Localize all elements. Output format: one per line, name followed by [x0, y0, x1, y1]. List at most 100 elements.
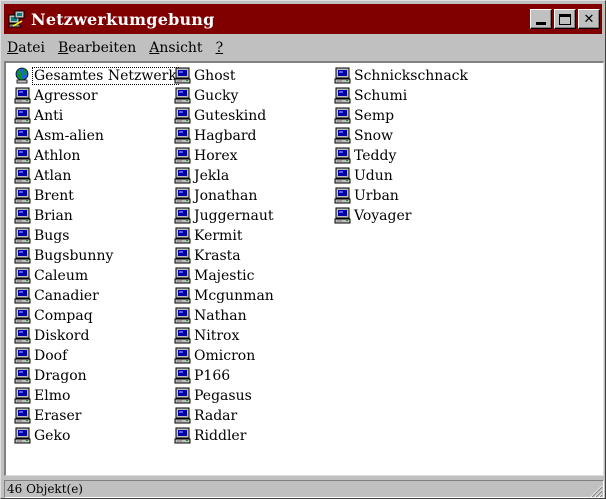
network-computer-item[interactable]: Mcgunman [174, 286, 334, 306]
status-count: 46 Objekt(e) [4, 480, 604, 498]
computer-icon [334, 147, 351, 164]
network-computer-item[interactable]: Athlon [14, 146, 174, 166]
menu-datei-accel: D [7, 40, 19, 56]
menu-datei[interactable]: Datei [4, 40, 50, 56]
network-computer-item[interactable]: Bugs [14, 226, 174, 246]
network-computer-item[interactable]: Geko [14, 426, 174, 446]
computer-icon [334, 187, 351, 204]
network-computer-item[interactable]: Eraser [14, 406, 174, 426]
network-computer-item[interactable]: Urban [334, 186, 494, 206]
network-computer-item[interactable]: Brian [14, 206, 174, 226]
window-title: Netzwerkumgebung [31, 9, 215, 29]
network-computer-item[interactable]: Nitrox [174, 326, 334, 346]
network-computer-item[interactable]: Krasta [174, 246, 334, 266]
menu-ansicht[interactable]: Ansicht [144, 40, 207, 56]
computer-icon [14, 347, 31, 364]
item-label: Krasta [194, 248, 241, 264]
network-computer-item[interactable]: Juggernaut [174, 206, 334, 226]
computer-icon [14, 287, 31, 304]
item-label: Brian [34, 208, 73, 224]
network-computer-item[interactable]: Diskord [14, 326, 174, 346]
network-computer-item[interactable]: Riddler [174, 426, 334, 446]
network-computer-item[interactable]: Kermit [174, 226, 334, 246]
item-label: P166 [194, 368, 231, 384]
menu-bearbeiten[interactable]: Bearbeiten [53, 40, 141, 56]
network-computer-item[interactable]: Ghost [174, 66, 334, 86]
network-computer-item[interactable]: Voyager [334, 206, 494, 226]
close-button[interactable]: ✕ [578, 9, 600, 29]
item-label: Radar [194, 408, 238, 424]
computer-icon [174, 227, 191, 244]
item-label: Nathan [194, 308, 247, 324]
network-computer-item[interactable]: P166 [174, 366, 334, 386]
computer-icon [174, 247, 191, 264]
item-label: Nitrox [194, 328, 240, 344]
computer-icon [174, 267, 191, 284]
computer-icon [14, 107, 31, 124]
computer-icon [174, 167, 191, 184]
menu-help[interactable]: ? [211, 40, 229, 56]
network-computer-item[interactable]: Snow [334, 126, 494, 146]
network-computer-item[interactable]: Brent [14, 186, 174, 206]
computer-icon [174, 187, 191, 204]
item-label: Jonathan [194, 188, 258, 204]
network-item-entire-network[interactable]: Gesamtes Netzwerk [14, 66, 179, 86]
computer-icon [174, 107, 191, 124]
network-computer-item[interactable]: Radar [174, 406, 334, 426]
globe-network-icon [15, 67, 29, 84]
item-column: Ghost Gucky Guteskind Hagbard Horex Jekla Jona… [174, 66, 334, 446]
item-label: Ghost [194, 68, 236, 84]
network-computer-item[interactable]: Pegasus [174, 386, 334, 406]
network-computer-item[interactable]: Udun [334, 166, 494, 186]
network-computer-item[interactable]: Jekla [174, 166, 334, 186]
item-label: Omicron [194, 348, 256, 364]
network-computer-item[interactable]: Majestic [174, 266, 334, 286]
network-computer-item[interactable]: Teddy [334, 146, 494, 166]
network-computer-item[interactable]: Anti [14, 106, 174, 126]
menu-bearbeiten-label: earbeiten [68, 40, 137, 56]
network-computer-item[interactable]: Bugsbunny [14, 246, 174, 266]
computer-icon [14, 87, 31, 104]
computer-icon [174, 347, 191, 364]
network-computer-item[interactable]: Agressor [14, 86, 174, 106]
resize-grip-icon[interactable] [589, 484, 603, 498]
network-computer-item[interactable]: Jonathan [174, 186, 334, 206]
item-label: Horex [194, 148, 238, 164]
network-computer-item[interactable]: Horex [174, 146, 334, 166]
item-label: Agressor [34, 88, 98, 104]
network-computer-item[interactable]: Omicron [174, 346, 334, 366]
title-bar[interactable]: Netzwerkumgebung ✕ [4, 4, 602, 34]
item-label: Guteskind [194, 108, 267, 124]
network-computer-item[interactable]: Hagbard [174, 126, 334, 146]
computer-icon [174, 287, 191, 304]
close-icon: ✕ [583, 11, 595, 27]
computer-icon [334, 167, 351, 184]
network-computer-item[interactable]: Semp [334, 106, 494, 126]
network-computer-item[interactable]: Nathan [174, 306, 334, 326]
maximize-button[interactable] [554, 9, 576, 29]
item-label: Anti [34, 108, 64, 124]
network-computer-item[interactable]: Atlan [14, 166, 174, 186]
network-computer-item[interactable]: Compaq [14, 306, 174, 326]
network-computer-item[interactable]: Asm-alien [14, 126, 174, 146]
menu-bearbeiten-accel: B [57, 40, 69, 56]
network-computer-item[interactable]: Canadier [14, 286, 174, 306]
item-label: Mcgunman [194, 288, 274, 304]
network-computer-item[interactable]: Caleum [14, 266, 174, 286]
item-label: Hagbard [194, 128, 257, 144]
item-label: Brent [34, 188, 74, 204]
network-computer-item[interactable]: Schnickschnack [334, 66, 494, 86]
network-computer-item[interactable]: Elmo [14, 386, 174, 406]
file-list-view[interactable]: Gesamtes Netzwerk Agressor Anti Asm-alien At… [4, 61, 604, 476]
network-computer-item[interactable]: Schumi [334, 86, 494, 106]
computer-icon [334, 107, 351, 124]
item-label: Caleum [34, 268, 89, 284]
network-computer-item[interactable]: Gucky [174, 86, 334, 106]
item-label: Diskord [34, 328, 90, 344]
computer-icon [174, 67, 191, 84]
network-computer-item[interactable]: Doof [14, 346, 174, 366]
network-computer-item[interactable]: Dragon [14, 366, 174, 386]
computer-icon [14, 387, 31, 404]
network-computer-item[interactable]: Guteskind [174, 106, 334, 126]
minimize-button[interactable] [530, 9, 552, 29]
